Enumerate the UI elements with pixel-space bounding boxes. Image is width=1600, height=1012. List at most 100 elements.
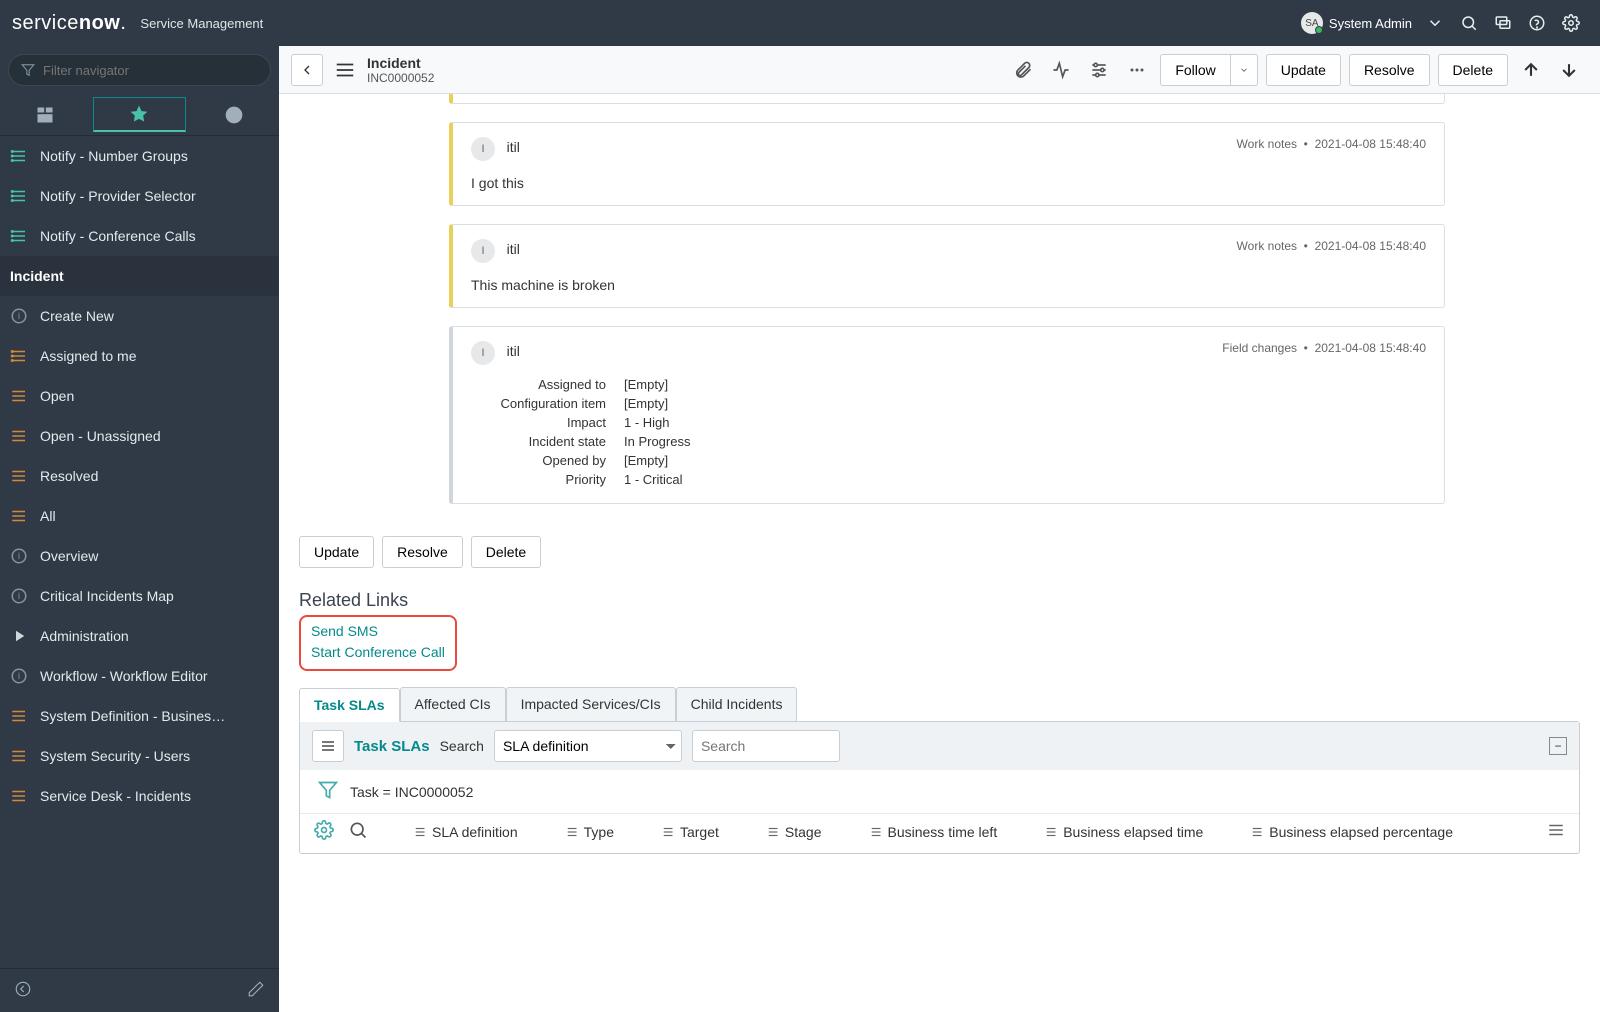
nav-item-number-groups[interactable]: Notify - Number Groups	[0, 136, 279, 176]
form-header: Incident INC0000052 Follow Update Resolv…	[279, 46, 1600, 94]
avatar[interactable]: SA	[1301, 12, 1323, 34]
nav-item-label: Open	[40, 388, 74, 404]
fc-label: Incident state	[471, 434, 606, 449]
col-bet[interactable]: Business elapsed time	[1045, 824, 1203, 840]
more-icon[interactable]	[1121, 54, 1153, 86]
activity-card: I itil Work notes • 2021-04-08 15:48:40 …	[449, 122, 1445, 206]
related-link-start-conf[interactable]: Start Conference Call	[311, 642, 445, 663]
list-search-label: Search	[440, 738, 484, 754]
nav-item-critical-map[interactable]: iCritical Incidents Map	[0, 576, 279, 616]
prev-record-icon[interactable]	[1515, 54, 1547, 86]
activity-author: itil	[507, 139, 520, 155]
fc-label: Priority	[471, 472, 606, 487]
nav-item-create-new[interactable]: iCreate New	[0, 296, 279, 336]
follow-caret[interactable]	[1231, 54, 1258, 86]
nav-item-syssec[interactable]: System Security - Users	[0, 736, 279, 776]
nav-item-label: Critical Incidents Map	[40, 588, 174, 604]
list-title[interactable]: Task SLAs	[354, 738, 430, 755]
nav-item-open[interactable]: Open	[0, 376, 279, 416]
col-sla-definition[interactable]: SLA definition	[414, 824, 518, 840]
svg-text:i: i	[18, 671, 20, 681]
nav-item-label: Service Desk - Incidents	[40, 788, 191, 804]
col-bep[interactable]: Business elapsed percentage	[1251, 824, 1453, 840]
nav-item-label: Workflow - Workflow Editor	[40, 668, 208, 684]
nav-filter[interactable]	[8, 54, 271, 86]
activity-meta: Work notes • 2021-04-08 15:48:40	[1237, 137, 1426, 151]
avatar: I	[471, 341, 495, 365]
record-number: INC0000052	[367, 71, 434, 85]
list-search-input[interactable]	[692, 730, 840, 762]
nav-tab-history[interactable]	[189, 94, 279, 135]
col-btl[interactable]: Business time left	[870, 824, 998, 840]
gear-icon[interactable]	[1554, 6, 1588, 40]
list-search-icon[interactable]	[348, 820, 368, 843]
next-record-icon[interactable]	[1553, 54, 1585, 86]
col-menu-icon[interactable]	[1547, 821, 1565, 842]
fc-value: 1 - Critical	[624, 472, 683, 487]
help-icon[interactable]	[1520, 6, 1554, 40]
nav-tab-apps[interactable]	[0, 94, 90, 135]
nav-item-open-unassigned[interactable]: Open - Unassigned	[0, 416, 279, 456]
nav-item-all[interactable]: All	[0, 496, 279, 536]
nav-item-administration[interactable]: Administration	[0, 616, 279, 656]
col-type[interactable]: Type	[566, 824, 614, 840]
update-button[interactable]: Update	[1266, 54, 1341, 86]
list-menu-icon[interactable]	[312, 730, 344, 762]
nav-item-provider-selector[interactable]: Notify - Provider Selector	[0, 176, 279, 216]
back-button[interactable]	[291, 54, 323, 86]
tab-child-incidents[interactable]: Child Incidents	[676, 687, 798, 721]
activity-icon[interactable]	[1045, 54, 1077, 86]
fc-label: Configuration item	[471, 396, 606, 411]
activity-author: itil	[507, 241, 520, 257]
nav-item-label: Notify - Provider Selector	[40, 188, 196, 204]
update-button-bottom[interactable]: Update	[299, 536, 374, 568]
user-name[interactable]: System Admin	[1329, 16, 1412, 31]
nav-item-label: Overview	[40, 548, 98, 564]
nav-tab-favorites[interactable]	[93, 97, 185, 132]
nav-item-servicedesk[interactable]: Service Desk - Incidents	[0, 776, 279, 816]
list-search-field[interactable]: SLA definition	[494, 730, 682, 762]
nav-edit-icon[interactable]	[247, 980, 265, 1001]
list-gear-icon[interactable]	[314, 820, 334, 843]
nav-section-incident[interactable]: Incident	[0, 256, 279, 296]
related-links-box: Send SMS Start Conference Call	[299, 615, 457, 671]
funnel-icon	[21, 63, 35, 77]
follow-button[interactable]: Follow	[1160, 54, 1230, 86]
fc-value: [Empty]	[624, 377, 668, 392]
tab-impacted-services[interactable]: Impacted Services/CIs	[506, 687, 676, 721]
settings-sliders-icon[interactable]	[1083, 54, 1115, 86]
related-link-send-sms[interactable]: Send SMS	[311, 621, 445, 642]
nav-item-resolved[interactable]: Resolved	[0, 456, 279, 496]
nav-item-sysdef[interactable]: System Definition - Business Ru…	[0, 696, 279, 736]
activity-card-field-changes: I itil Field changes • 2021-04-08 15:48:…	[449, 326, 1445, 504]
nav-filter-input[interactable]	[43, 63, 258, 78]
nav-item-assigned[interactable]: Assigned to me	[0, 336, 279, 376]
chat-icon[interactable]	[1486, 6, 1520, 40]
activity-card-partial	[449, 94, 1445, 104]
attachment-icon[interactable]	[1007, 54, 1039, 86]
col-stage[interactable]: Stage	[767, 824, 822, 840]
col-target[interactable]: Target	[662, 824, 719, 840]
nav-item-label: Notify - Number Groups	[40, 148, 188, 164]
list-collapse-icon[interactable]: −	[1549, 737, 1567, 755]
resolve-button[interactable]: Resolve	[1349, 54, 1430, 86]
delete-button[interactable]: Delete	[1438, 54, 1508, 86]
svg-text:i: i	[18, 311, 20, 321]
search-icon[interactable]	[1452, 6, 1486, 40]
fc-label: Assigned to	[471, 377, 606, 392]
context-menu-icon[interactable]	[331, 56, 359, 84]
delete-button-bottom[interactable]: Delete	[471, 536, 541, 568]
resolve-button-bottom[interactable]: Resolve	[382, 536, 463, 568]
breadcrumb[interactable]: Task = INC0000052	[350, 784, 473, 800]
nav-collapse-icon[interactable]	[14, 980, 32, 1001]
tab-affected-cis[interactable]: Affected CIs	[400, 687, 506, 721]
nav-item-workflow[interactable]: i Workflow - Workflow Editor	[0, 656, 279, 696]
nav-item-overview[interactable]: iOverview	[0, 536, 279, 576]
activity-card: I itil Work notes • 2021-04-08 15:48:40 …	[449, 224, 1445, 308]
activity-body: This machine is broken	[471, 277, 1426, 293]
nav-item-conf-calls[interactable]: Notify - Conference Calls	[0, 216, 279, 256]
fc-value: [Empty]	[624, 453, 668, 468]
filter-funnel-icon[interactable]	[318, 780, 338, 803]
tab-task-slas[interactable]: Task SLAs	[299, 688, 400, 722]
user-menu-caret[interactable]	[1418, 6, 1452, 40]
